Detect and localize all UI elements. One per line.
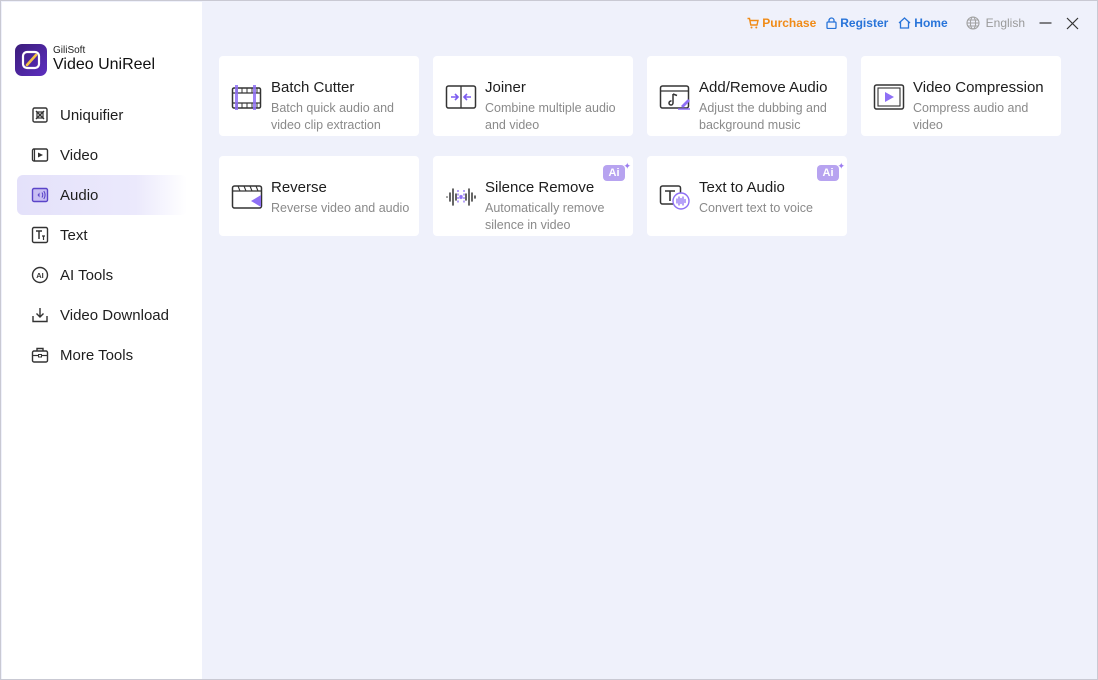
sidebar-item-label: Video bbox=[60, 146, 99, 164]
card-title: Add/Remove Audio bbox=[699, 79, 828, 96]
text-voice-icon bbox=[659, 182, 691, 212]
card-title: Joiner bbox=[485, 79, 526, 96]
sidebar-item-video-download[interactable]: Video Download bbox=[17, 295, 187, 335]
text-icon bbox=[30, 225, 50, 245]
svg-text:AI: AI bbox=[36, 271, 44, 280]
card-description: Automatically remove silence in video bbox=[485, 201, 605, 232]
minimize-button[interactable] bbox=[1039, 17, 1052, 29]
app-name: Video UniReel bbox=[53, 55, 155, 73]
sidebar-item-label: Video Download bbox=[60, 306, 169, 324]
register-link[interactable]: Register bbox=[826, 16, 888, 30]
sidebar-item-label: Uniquifier bbox=[60, 106, 124, 124]
purchase-label: Purchase bbox=[762, 16, 817, 30]
top-bar: Purchase Register Home English bbox=[737, 14, 1079, 32]
card-title: Silence Remove bbox=[485, 179, 595, 196]
toolbox-icon bbox=[30, 345, 50, 365]
sidebar-item-label: AI Tools bbox=[60, 266, 114, 284]
card-description: Convert text to voice bbox=[699, 201, 813, 215]
sidebar-nav: Uniquifier Video Audio Text AI AI Tools … bbox=[17, 95, 187, 375]
sidebar-item-uniquifier[interactable]: Uniquifier bbox=[17, 95, 187, 135]
card-description: Reverse video and audio bbox=[271, 201, 410, 215]
close-icon bbox=[1066, 17, 1079, 29]
compress-icon bbox=[873, 82, 905, 112]
home-icon bbox=[898, 17, 911, 29]
sidebar-item-label: More Tools bbox=[60, 346, 134, 364]
sidebar-item-label: Text bbox=[60, 226, 88, 244]
home-label: Home bbox=[914, 16, 948, 30]
card-batch-cutter[interactable]: Batch Cutter Batch quick audio and video… bbox=[219, 56, 419, 136]
logo-icon bbox=[15, 44, 47, 76]
ai-badge: Ai bbox=[603, 158, 631, 181]
waveform-icon bbox=[445, 182, 477, 212]
uniquifier-icon bbox=[30, 105, 50, 125]
card-title: Reverse bbox=[271, 179, 327, 196]
card-title: Text to Audio bbox=[699, 179, 785, 196]
video-icon bbox=[30, 145, 50, 165]
card-description: Compress audio and video bbox=[913, 101, 1029, 132]
purchase-link[interactable]: Purchase bbox=[747, 16, 816, 30]
language-label: English bbox=[985, 16, 1025, 30]
card-joiner[interactable]: Joiner Combine multiple audio and video bbox=[433, 56, 633, 136]
download-icon bbox=[30, 305, 50, 325]
card-video-compression[interactable]: Video Compression Compress audio and vid… bbox=[861, 56, 1061, 136]
card-silence-remove[interactable]: Ai Silence Remove Automatically remove s… bbox=[433, 156, 633, 236]
ai-icon: AI bbox=[30, 265, 50, 285]
card-title: Video Compression bbox=[913, 79, 1044, 96]
register-label: Register bbox=[840, 16, 889, 30]
card-description: Adjust the dubbing and background music bbox=[699, 101, 827, 132]
card-add-remove-audio[interactable]: Add/Remove Audio Adjust the dubbing and … bbox=[647, 56, 847, 136]
sidebar-item-ai-tools[interactable]: AI AI Tools bbox=[17, 255, 187, 295]
audio-icon bbox=[30, 185, 50, 205]
minimize-icon bbox=[1039, 22, 1052, 24]
lock-icon bbox=[826, 17, 837, 29]
sidebar-item-more-tools[interactable]: More Tools bbox=[17, 335, 187, 375]
sidebar-item-audio[interactable]: Audio bbox=[17, 175, 187, 215]
app-logo: GiliSoft Video UniReel bbox=[15, 44, 155, 76]
sidebar-item-label: Audio bbox=[60, 186, 99, 204]
card-description: Batch quick audio and video clip extract… bbox=[271, 101, 395, 132]
film-cut-icon bbox=[231, 82, 263, 112]
sidebar-item-video[interactable]: Video bbox=[17, 135, 187, 175]
cart-icon bbox=[747, 17, 760, 29]
card-text-to-audio[interactable]: Ai Text to Audio Convert text to voice bbox=[647, 156, 847, 236]
close-button[interactable] bbox=[1066, 17, 1079, 30]
card-description: Combine multiple audio and video bbox=[485, 101, 616, 132]
card-title: Batch Cutter bbox=[271, 79, 355, 96]
ai-badge: Ai bbox=[817, 158, 845, 181]
brand-name: GiliSoft bbox=[53, 44, 86, 56]
sidebar-item-text[interactable]: Text bbox=[17, 215, 187, 255]
home-link[interactable]: Home bbox=[898, 16, 948, 30]
card-reverse[interactable]: Reverse Reverse video and audio bbox=[219, 156, 419, 236]
globe-icon bbox=[966, 16, 980, 30]
sidebar: GiliSoft Video UniReel Uniquifier Video bbox=[2, 2, 202, 679]
reverse-icon bbox=[231, 182, 263, 212]
app-window: GiliSoft Video UniReel Uniquifier Video bbox=[0, 0, 1098, 680]
language-selector[interactable]: English bbox=[966, 16, 1025, 30]
music-edit-icon bbox=[659, 82, 691, 112]
join-icon bbox=[445, 82, 477, 112]
